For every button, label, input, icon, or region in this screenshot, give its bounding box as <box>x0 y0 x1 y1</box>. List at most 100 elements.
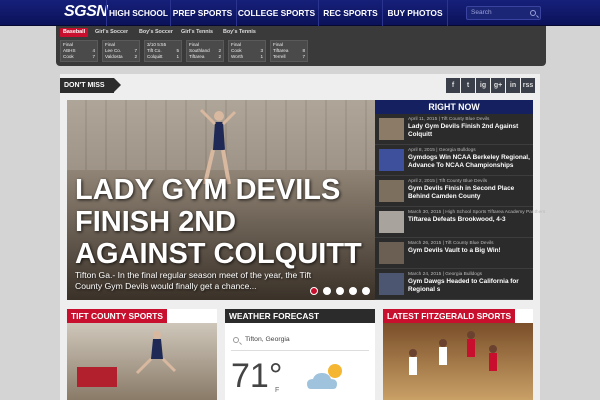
scorecard[interactable]: Final Southland 2 Tiftarea 2 <box>186 40 224 62</box>
team-name: Lee Co. <box>105 48 122 53</box>
weather-header: WEATHER FORECAST <box>225 309 375 323</box>
tift-county-image[interactable] <box>67 323 217 400</box>
site-logo[interactable]: SGSN <box>64 3 108 21</box>
team-score: 1 <box>260 54 263 59</box>
team-row: Cook 7 <box>63 54 95 60</box>
article-title[interactable]: Gym Devils Vault to a Big Win! <box>408 247 530 255</box>
fitzgerald-header[interactable]: LATEST FITZGERALD SPORTS <box>383 309 516 323</box>
search-icon <box>233 337 239 343</box>
team-score: 2 <box>218 54 221 59</box>
list-item[interactable]: April 8, 2015 | Georgia Bulldogs Gymdogs … <box>375 145 533 176</box>
article-title[interactable]: Gymdogs Win NCAA Berkeley Regional, Adva… <box>408 154 530 170</box>
top-navigation: SGSN HIGH SCHOOL PREP SPORTS COLLEGE SPO… <box>0 0 600 26</box>
nav-rec-sports[interactable]: REC SPORTS <box>318 0 382 26</box>
team-row: Terrell 7 <box>273 54 305 60</box>
partly-cloudy-icon <box>307 364 342 389</box>
right-now-header: RIGHT NOW <box>375 100 533 114</box>
slider-dot-5[interactable] <box>362 287 370 295</box>
fitzgerald-image[interactable] <box>383 323 533 400</box>
tab-baseball[interactable]: Baseball <box>60 28 89 37</box>
article-title[interactable]: Gym Dawgs Headed to California for Regio… <box>408 278 530 294</box>
game-status: Final <box>105 42 115 47</box>
nav-high-school[interactable]: HIGH SCHOOL <box>106 0 170 26</box>
game-status: Final <box>273 42 283 47</box>
article-meta: March 30, 2015 | High School Sports Tift… <box>408 210 546 215</box>
article-title[interactable]: Tiftarea Defeats Brookwood, 4-3 <box>408 216 530 224</box>
main-content: DON'T MISS f t ig g+ in rss LADY GYM DEV… <box>60 74 545 400</box>
team-name: Terrell <box>273 54 286 59</box>
article-meta: April 2, 2015 | Tift County Blue Devils <box>408 179 488 184</box>
list-item[interactable]: March 30, 2015 | High School Sports Tift… <box>375 207 545 238</box>
article-thumbnail[interactable] <box>379 273 404 295</box>
weather-panel: WEATHER FORECAST Tifton, Georgia 71° F <box>225 309 375 400</box>
dont-miss-label: DON'T MISS <box>60 78 121 93</box>
hero-headline[interactable]: LADY GYM DEVILS FINISH 2ND AGAINST COLQU… <box>75 174 370 270</box>
list-item[interactable]: April 2, 2015 | Tift County Blue Devils G… <box>375 176 533 207</box>
nav-prep-sports[interactable]: PREP SPORTS <box>170 0 234 26</box>
article-thumbnail[interactable] <box>379 211 404 233</box>
search-icon[interactable] <box>530 10 536 16</box>
nav-buy-photos[interactable]: BUY PHOTOS <box>382 0 448 26</box>
team-score: 7 <box>302 54 305 59</box>
slider-dot-1[interactable] <box>310 287 318 295</box>
team-name: Cook <box>63 54 74 59</box>
article-thumbnail[interactable] <box>379 242 404 264</box>
team-name: Tiftarea <box>273 48 289 53</box>
team-name: Worth <box>231 54 244 59</box>
tift-county-header[interactable]: TIFT COUNTY SPORTS <box>67 309 167 323</box>
scorecard[interactable]: Final ABHS 4 Cook 7 <box>60 40 98 62</box>
team-row: Colquitt 1 <box>147 54 179 60</box>
list-item[interactable]: March 24, 2015 | Georgia Bulldogs Gym Daw… <box>375 269 533 300</box>
team-row: Worth 1 <box>231 54 263 60</box>
game-status: Final <box>189 42 199 47</box>
article-thumbnail[interactable] <box>379 180 404 202</box>
article-title[interactable]: Lady Gym Devils Finish 2nd Against Colqu… <box>408 123 530 139</box>
article-thumbnail[interactable] <box>379 118 404 140</box>
list-item[interactable]: April 11, 2015 | Tift County Blue Devils… <box>375 114 533 145</box>
team-score: 8 <box>302 48 305 53</box>
team-name: Valdosta <box>105 54 123 59</box>
nav-college-sports[interactable]: COLLEGE SPORTS <box>236 0 316 26</box>
scorecard[interactable]: Final Cook 3 Worth 1 <box>228 40 266 62</box>
tab-girls-tennis[interactable]: Girl's Tennis <box>178 28 216 37</box>
team-score: 4 <box>92 48 95 53</box>
rss-icon[interactable]: rss <box>521 78 535 93</box>
article-title[interactable]: Gym Devils Finish in Second Place Behind… <box>408 185 530 201</box>
article-meta: March 24, 2015 | Georgia Bulldogs <box>408 272 483 277</box>
slider-dot-3[interactable] <box>336 287 344 295</box>
team-score: 2 <box>218 48 221 53</box>
score-ticker: Baseball Girl's Soccer Boy's Soccer Girl… <box>56 26 546 66</box>
weather-location-text: Tifton, Georgia <box>245 336 290 343</box>
right-now-panel: RIGHT NOW April 11, 2015 | Tift County B… <box>375 100 545 300</box>
tift-county-panel: TIFT COUNTY SPORTS <box>67 309 217 400</box>
linkedin-icon[interactable]: in <box>506 78 520 93</box>
scorecard[interactable]: Final Lee Co. 7 Valdosta 2 <box>102 40 140 62</box>
team-name: Tiftarea <box>189 54 205 59</box>
search-input[interactable]: Search <box>466 6 541 20</box>
tab-girls-soccer[interactable]: Girl's Soccer <box>92 28 131 37</box>
weather-location[interactable]: Tifton, Georgia <box>231 333 369 351</box>
team-score: 2 <box>134 54 137 59</box>
tab-boys-tennis[interactable]: Boy's Tennis <box>220 28 259 37</box>
twitter-icon[interactable]: t <box>461 78 475 93</box>
team-score: 7 <box>134 48 137 53</box>
featured-slider[interactable]: LADY GYM DEVILS FINISH 2ND AGAINST COLQU… <box>67 100 375 300</box>
scorecard[interactable]: 3/10 5:55 Tift Co. 5 Colquitt 1 <box>144 40 182 62</box>
slider-dot-2[interactable] <box>323 287 331 295</box>
fitzgerald-panel: LATEST FITZGERALD SPORTS <box>383 309 533 400</box>
list-item[interactable]: March 26, 2015 | Tift County Blue Devils… <box>375 238 533 269</box>
team-name: Cook <box>231 48 242 53</box>
team-score: 1 <box>176 54 179 59</box>
instagram-icon[interactable]: ig <box>476 78 490 93</box>
slider-dot-4[interactable] <box>349 287 357 295</box>
team-score: 3 <box>260 48 263 53</box>
article-thumbnail[interactable] <box>379 149 404 171</box>
game-status: 3/10 5:55 <box>147 42 167 47</box>
tab-boys-soccer[interactable]: Boy's Soccer <box>136 28 176 37</box>
team-name: ABHS <box>63 48 76 53</box>
google-plus-icon[interactable]: g+ <box>491 78 505 93</box>
facebook-icon[interactable]: f <box>446 78 460 93</box>
scorecard[interactable]: Final Tiftarea 8 Terrell 7 <box>270 40 308 62</box>
game-status: Final <box>63 42 73 47</box>
team-name: Southland <box>189 48 210 53</box>
